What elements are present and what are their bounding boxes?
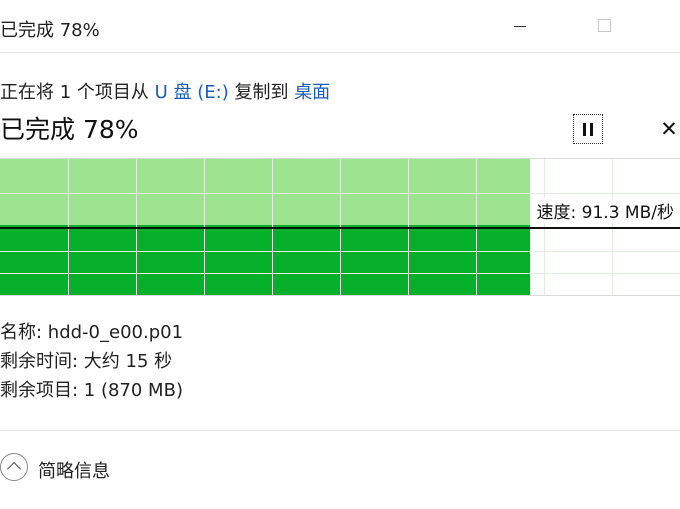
source-link[interactable]: U 盘 (E:) — [155, 82, 229, 103]
speed-label: 速度: 91.3 MB/秒 — [534, 198, 676, 223]
progress-fill-lower — [0, 225, 530, 295]
grid-line — [0, 273, 680, 274]
copy-description: 正在将 1 个项目从 U 盘 (E:) 复制到 桌面 — [0, 78, 330, 104]
time-remaining: 剩余时间: 大约 15 秒 — [0, 351, 173, 372]
footer: 简略信息 — [0, 430, 680, 509]
pause-button[interactable] — [573, 114, 603, 144]
destination-link[interactable]: 桌面 — [294, 82, 330, 103]
speed-chart: 速度: 91.3 MB/秒 — [0, 158, 680, 296]
chevron-up-icon[interactable] — [0, 453, 28, 481]
file-name: 名称: hdd-0_e00.p01 — [0, 322, 184, 343]
speed-line — [0, 227, 680, 229]
grid-line — [0, 193, 680, 194]
copy-prefix: 正在将 1 个项目从 — [0, 82, 155, 103]
maximize-icon[interactable] — [598, 19, 611, 32]
pause-icon — [583, 122, 586, 136]
details-panel: 名称: hdd-0_e00.p01 剩余时间: 大约 15 秒 剩余项目: 1 … — [0, 320, 183, 407]
copy-middle: 复制到 — [228, 82, 295, 103]
title-bar: 已完成 78% — [0, 0, 680, 53]
grid-line — [0, 251, 680, 252]
minimize-icon[interactable] — [514, 26, 526, 27]
close-icon[interactable]: ✕ — [658, 117, 680, 141]
pause-icon-bar — [590, 122, 593, 136]
progress-title: 已完成 78% — [0, 115, 139, 144]
fewer-details-toggle[interactable]: 简略信息 — [38, 457, 110, 483]
window-title: 已完成 78% — [0, 20, 100, 41]
items-remaining: 剩余项目: 1 (870 MB) — [0, 380, 183, 401]
